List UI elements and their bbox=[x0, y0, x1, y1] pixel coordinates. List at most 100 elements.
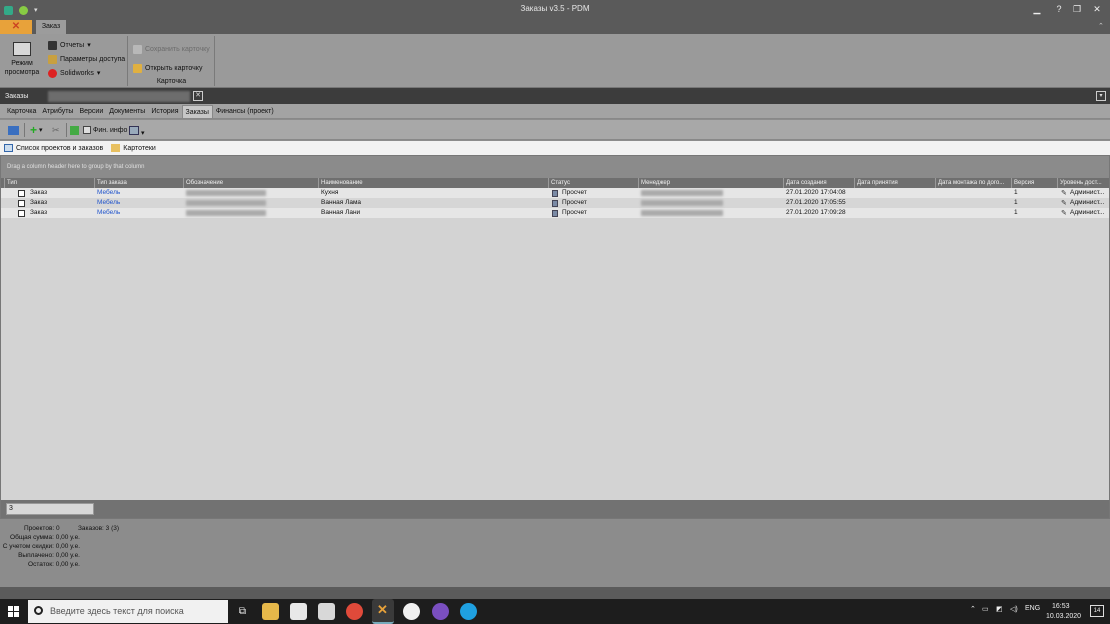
cell-order-type[interactable]: Мебель bbox=[95, 198, 175, 208]
pdm-app-icon[interactable]: ✕ bbox=[372, 599, 394, 624]
tools-button[interactable]: ✂ bbox=[52, 124, 60, 136]
col-header-manager[interactable]: Менеджер bbox=[638, 178, 783, 188]
ribbon-tab-order[interactable]: Заказ bbox=[36, 20, 66, 34]
col-header-access[interactable]: Уровень дост... bbox=[1057, 178, 1109, 188]
tab-list-icon[interactable]: ▾ bbox=[1096, 91, 1106, 101]
store-icon[interactable] bbox=[290, 603, 307, 620]
file-explorer-icon[interactable] bbox=[262, 603, 279, 620]
printer-icon bbox=[48, 40, 57, 50]
cell-access: Админист... bbox=[1070, 209, 1105, 216]
col-header-status[interactable]: Статус bbox=[548, 178, 638, 188]
doc-tab-orders[interactable]: Заказы bbox=[2, 90, 31, 103]
cell-access: Админист... bbox=[1070, 189, 1105, 196]
cell-name: Ванная Лани bbox=[321, 209, 361, 216]
volume-icon[interactable]: ◁) bbox=[1010, 605, 1018, 613]
redacted-manager bbox=[641, 210, 723, 216]
dropdown-arrow-icon: ▾ bbox=[39, 127, 43, 134]
status-icon bbox=[552, 200, 558, 207]
taskbar: Введите здесь текст для поиска ⧉ ✕ ⌃ ▭ ◩… bbox=[0, 599, 1110, 624]
row-count-field[interactable]: 3 bbox=[6, 503, 94, 515]
table-row[interactable]: Заказ Мебель Ванная Лани Просчет 27.01.2… bbox=[1, 208, 1109, 218]
solidworks-label: Solidworks bbox=[60, 69, 94, 77]
orders-grid: Drag a column header here to group by th… bbox=[0, 155, 1110, 519]
col-header-accepted[interactable]: Дата принятия bbox=[854, 178, 935, 188]
add-button[interactable]: + ▾ bbox=[30, 123, 43, 137]
save-card-button[interactable]: Сохранить карточку bbox=[133, 43, 210, 55]
summary-panel: Проектов: 0 Заказов: 3 (3) Общая сумма: … bbox=[0, 519, 1110, 587]
notifications-icon[interactable]: 14 bbox=[1090, 605, 1104, 617]
book-icon bbox=[13, 42, 31, 56]
order-icon bbox=[18, 200, 25, 207]
tab-documents[interactable]: Документы bbox=[106, 105, 148, 118]
cell-name: Кухня bbox=[321, 189, 339, 196]
chrome-icon[interactable] bbox=[346, 603, 363, 620]
redacted-designation bbox=[186, 210, 266, 216]
subtab-project-list[interactable]: Список проектов и заказов bbox=[4, 144, 103, 152]
col-header-install-date[interactable]: Дата монтажа по дого... bbox=[935, 178, 1011, 188]
table-row[interactable]: Заказ Мебель Кухня Просчет 27.01.2020 17… bbox=[1, 188, 1109, 198]
reports-button[interactable]: Отчеты ▾ bbox=[48, 39, 91, 51]
music-icon[interactable] bbox=[403, 603, 420, 620]
start-button[interactable] bbox=[0, 599, 26, 624]
col-header-designation[interactable]: Обозначение bbox=[183, 178, 318, 188]
language-indicator[interactable]: ENG bbox=[1025, 605, 1040, 612]
windows-icon bbox=[8, 606, 19, 617]
skype-icon[interactable] bbox=[460, 603, 477, 620]
col-header-order-type[interactable]: Тип заказа bbox=[94, 178, 183, 188]
cell-version: 1 bbox=[1014, 199, 1018, 206]
col-header-name[interactable]: Наименование bbox=[318, 178, 548, 188]
cell-order-type[interactable]: Мебель bbox=[95, 208, 175, 218]
ribbon-collapse-icon[interactable]: ⌃ bbox=[1098, 22, 1104, 30]
clock-time[interactable]: 16:53 bbox=[1052, 603, 1070, 610]
viber-icon[interactable] bbox=[432, 603, 449, 620]
app-menu-button[interactable]: ✕ bbox=[0, 20, 32, 34]
mail-icon[interactable] bbox=[318, 603, 335, 620]
battery-icon[interactable]: ▭ bbox=[982, 605, 989, 613]
solidworks-button[interactable]: Solidworks ▾ bbox=[48, 67, 100, 79]
window-title: Заказы v3.5 - PDM bbox=[520, 4, 590, 13]
fin-info-button[interactable]: Фин. инфо bbox=[83, 124, 127, 136]
taskbar-search-input[interactable]: Введите здесь текст для поиска bbox=[28, 600, 228, 623]
grid-footer: 3 bbox=[1, 500, 1109, 518]
table-row[interactable]: Заказ Мебель Ванная Лама Просчет 27.01.2… bbox=[1, 198, 1109, 208]
tab-attributes[interactable]: Атрибуты bbox=[39, 105, 76, 118]
tab-history[interactable]: История bbox=[148, 105, 181, 118]
access-params-button[interactable]: Параметры доступа bbox=[48, 53, 125, 65]
col-header-created[interactable]: Дата создания bbox=[783, 178, 854, 188]
export-button[interactable] bbox=[70, 124, 79, 136]
status-bar bbox=[0, 587, 1110, 599]
open-folder-button[interactable] bbox=[8, 124, 19, 136]
view-mode-button[interactable]: Режим просмотра bbox=[2, 40, 42, 80]
grid-header: Тип Тип заказа Обозначение Наименование … bbox=[1, 178, 1109, 188]
restore-button[interactable]: ❐ bbox=[1070, 3, 1084, 15]
close-button[interactable]: ✕ bbox=[1090, 3, 1104, 15]
pencil-icon: ✎ bbox=[1061, 200, 1067, 207]
open-card-button[interactable]: Открыть карточку bbox=[133, 62, 202, 74]
tab-card[interactable]: Карточка bbox=[4, 105, 39, 118]
save-card-label: Сохранить карточку bbox=[145, 45, 210, 53]
group-by-panel[interactable]: Drag a column header here to group by th… bbox=[1, 156, 1109, 178]
toolbar: + ▾ ✂ Фин. инфо ▾ bbox=[0, 120, 1110, 140]
toolbar-separator bbox=[24, 123, 25, 137]
subtab-cardfiles[interactable]: Картотеки bbox=[111, 144, 156, 152]
orders-count: Заказов: 3 (3) bbox=[78, 525, 120, 532]
tab-versions[interactable]: Версии bbox=[76, 105, 106, 118]
cell-order-type[interactable]: Мебель bbox=[95, 188, 175, 198]
col-header-type[interactable]: Тип bbox=[4, 178, 94, 188]
network-icon[interactable]: ◩ bbox=[996, 605, 1003, 613]
subtab-project-list-label: Список проектов и заказов bbox=[16, 144, 104, 152]
task-view-icon[interactable]: ⧉ bbox=[234, 603, 251, 620]
status-icon bbox=[552, 190, 558, 197]
title-bar: ▾ Заказы v3.5 - PDM ▁ ? ❐ ✕ bbox=[0, 0, 1110, 20]
list-icon bbox=[4, 144, 13, 152]
tray-expand-icon[interactable]: ⌃ bbox=[970, 605, 976, 613]
col-header-version[interactable]: Версия bbox=[1011, 178, 1057, 188]
tab-finance[interactable]: Финансы (проект) bbox=[213, 105, 277, 118]
tab-orders[interactable]: Заказы bbox=[181, 104, 213, 118]
close-tab-icon[interactable]: ✕ bbox=[193, 91, 203, 101]
minimize-button[interactable]: ▁ bbox=[1030, 3, 1044, 15]
layout-button[interactable]: ▾ bbox=[129, 124, 145, 137]
clock-date[interactable]: 10.03.2020 bbox=[1046, 613, 1081, 620]
help-icon[interactable]: ? bbox=[1052, 3, 1066, 15]
dropdown-arrow-icon: ▾ bbox=[96, 70, 101, 77]
